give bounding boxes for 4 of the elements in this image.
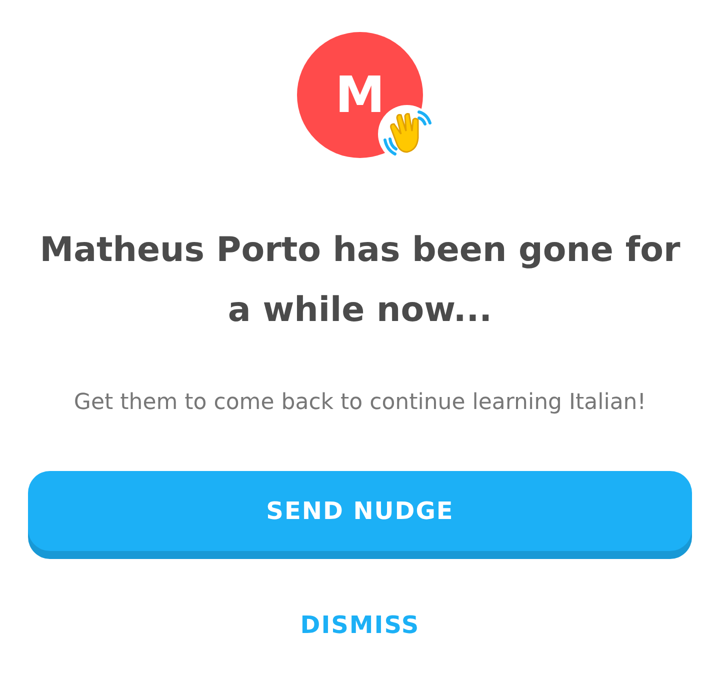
dismiss-button[interactable]: DISMISS xyxy=(292,607,428,643)
dialog-message: Get them to come back to continue learning Italian! xyxy=(74,390,646,415)
dialog-title: Matheus Porto has been gone for a while now... xyxy=(38,229,682,332)
send-nudge-button[interactable]: SEND NUDGE xyxy=(28,471,692,551)
